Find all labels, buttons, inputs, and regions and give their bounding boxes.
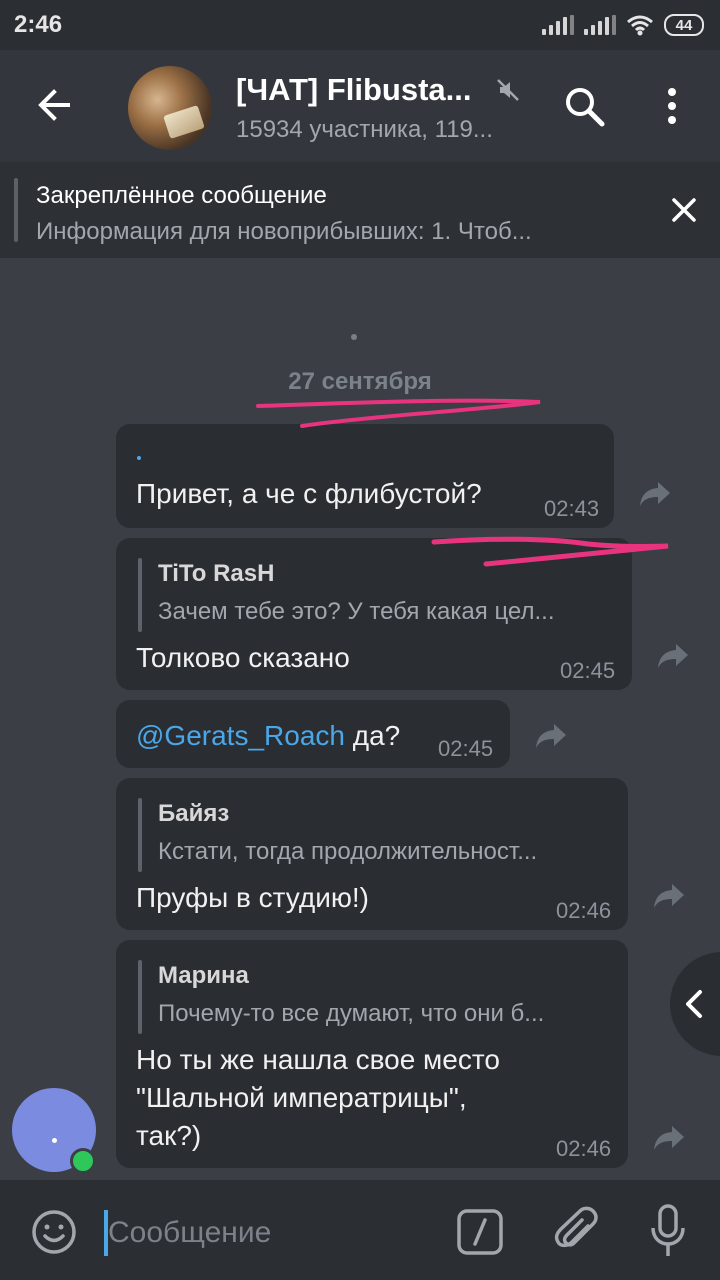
reply-author: TiTo RasH (158, 560, 275, 587)
share-icon[interactable] (656, 640, 690, 670)
share-icon[interactable] (652, 880, 686, 910)
side-panel-tab[interactable] (670, 952, 720, 1056)
reply-author: Марина (158, 962, 249, 989)
microphone-icon[interactable] (650, 1204, 686, 1258)
chat-participants: 15934 участника, 119... (236, 116, 493, 143)
reply-text: Кстати, тогда продолжительност... (158, 838, 538, 865)
signal-icon (542, 15, 574, 35)
message-time: 02:45 (560, 658, 616, 683)
status-time: 2:46 (14, 11, 63, 38)
sender-dot (137, 456, 141, 460)
pinned-title: Закреплённое сообщение (36, 182, 327, 209)
avatar-dot (52, 1138, 57, 1143)
annotation-underline-date (256, 398, 541, 428)
bot-commands-icon[interactable] (456, 1208, 504, 1256)
message-text-line-2: "Шальной императрицы", (136, 1082, 467, 1113)
chat-avatar[interactable] (128, 66, 212, 150)
reply-text: Почему-то все думают, что они б... (158, 1000, 545, 1027)
reply-quote-line (138, 960, 142, 1034)
chat-area[interactable]: 27 сентября Привет, а че с флибустой? 02… (0, 258, 720, 1180)
loading-dot (351, 334, 357, 340)
message-time: 02:45 (438, 736, 494, 761)
back-arrow-icon[interactable] (30, 80, 80, 130)
message-bubble[interactable]: Байяз Кстати, тогда продолжительност... … (116, 778, 628, 930)
status-icons: 44 (542, 14, 704, 36)
message-text-line-3: так?) (136, 1120, 202, 1151)
status-bar: 2:46 44 (0, 0, 720, 50)
pinned-message-bar[interactable]: Закреплённое сообщение Информация для но… (0, 162, 720, 258)
message-time: 02:46 (556, 898, 612, 923)
chat-header: [ЧАТ] Flibusta... 15934 участника, 119..… (0, 50, 720, 162)
close-icon[interactable] (668, 194, 700, 226)
battery-level: 44 (675, 16, 693, 34)
share-icon[interactable] (534, 720, 568, 750)
message-text: Привет, а че с флибустой? (136, 478, 482, 509)
attach-icon[interactable] (552, 1206, 602, 1258)
message-text: Пруфы в студию!) (136, 882, 369, 913)
emoji-icon[interactable] (30, 1208, 78, 1256)
more-vertical-icon[interactable] (658, 84, 686, 128)
muted-icon (497, 79, 519, 101)
signal-icon-2 (584, 15, 616, 35)
pinned-accent-line (14, 178, 18, 242)
battery-icon: 44 (664, 14, 704, 36)
message-text-line-1: Но ты же нашла свое место (136, 1044, 500, 1075)
message-input[interactable] (108, 1210, 428, 1256)
chat-title[interactable]: [ЧАТ] Flibusta... (236, 72, 472, 108)
chevron-left-icon (686, 990, 702, 1018)
reply-author: Байяз (158, 800, 230, 827)
message-bubble[interactable]: Привет, а че с флибустой? 02:43 (116, 424, 614, 528)
message-text: @Gerats_Roach да? (136, 720, 400, 752)
reply-quote-line (138, 558, 142, 632)
online-status-dot (70, 1148, 96, 1174)
message-bubble[interactable]: Марина Почему-то все думают, что они б..… (116, 940, 628, 1168)
message-text-tail: да? (344, 720, 401, 751)
reply-quote-line (138, 798, 142, 872)
reply-text: Зачем тебе это? У тебя какая цел... (158, 598, 555, 625)
message-time: 02:46 (556, 1136, 612, 1161)
annotation-arrow-mark (431, 536, 669, 567)
message-input-bar (0, 1180, 720, 1280)
wifi-icon (627, 15, 653, 36)
message-time: 02:43 (544, 496, 600, 521)
user-mention-link[interactable]: @Gerats_Roach (136, 720, 345, 751)
share-icon[interactable] (638, 478, 672, 508)
message-bubble[interactable]: @Gerats_Roach да? 02:45 (116, 700, 510, 768)
search-icon[interactable] (562, 84, 606, 128)
share-icon[interactable] (652, 1122, 686, 1152)
pinned-text: Информация для новоприбывших: 1. Чтоб... (36, 218, 532, 245)
message-text: Толково сказано (136, 642, 350, 673)
